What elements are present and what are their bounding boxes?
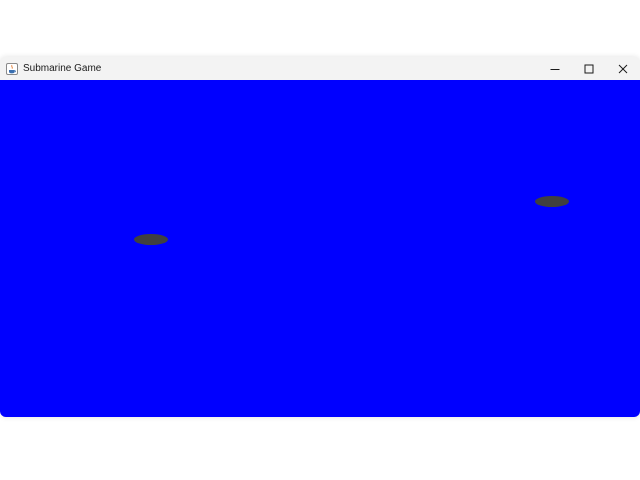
java-app-icon[interactable] <box>6 62 18 75</box>
minimize-button[interactable] <box>538 57 572 80</box>
close-icon <box>618 64 628 74</box>
maximize-button[interactable] <box>572 57 606 80</box>
submarine <box>134 234 168 245</box>
close-button[interactable] <box>606 57 640 80</box>
title-bar[interactable]: Submarine Game <box>0 57 640 80</box>
minimize-icon <box>550 64 560 74</box>
game-canvas[interactable] <box>0 80 640 417</box>
window-title: Submarine Game <box>23 63 102 74</box>
submarine <box>535 196 569 207</box>
maximize-icon <box>584 64 594 74</box>
app-window: Submarine Game <box>0 57 640 417</box>
window-controls <box>538 57 640 80</box>
